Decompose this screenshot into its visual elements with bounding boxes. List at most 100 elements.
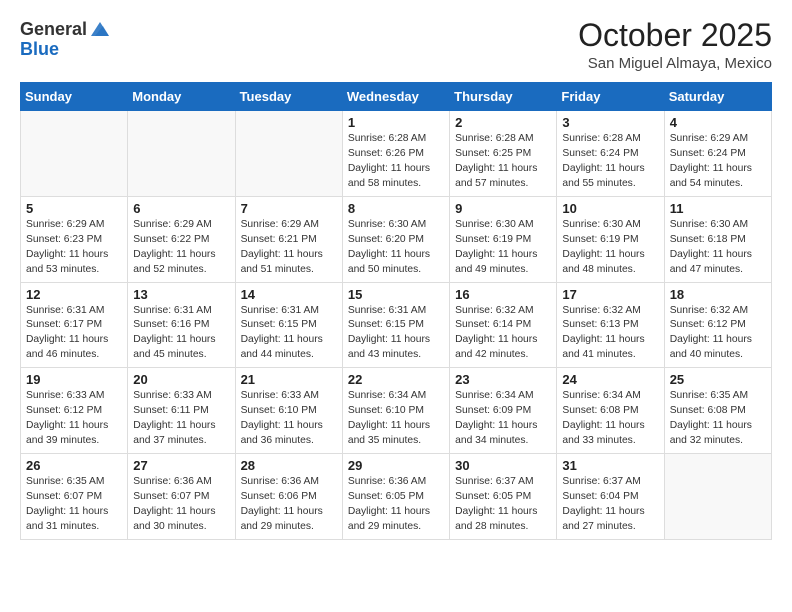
day-info: Sunrise: 6:28 AMSunset: 6:24 PMDaylight:… (562, 132, 658, 192)
day-info: Sunrise: 6:29 AMSunset: 6:24 PMDaylight:… (670, 132, 766, 192)
day-number: 1 (348, 115, 444, 130)
day-info: Sunrise: 6:31 AMSunset: 6:15 PMDaylight:… (348, 304, 444, 364)
day-info: Sunrise: 6:34 AMSunset: 6:08 PMDaylight:… (562, 389, 658, 449)
table-row: 2 Sunrise: 6:28 AMSunset: 6:25 PMDaylight… (450, 111, 557, 197)
day-number: 7 (241, 201, 337, 216)
header: General Blue October 2025 San Miguel Alm… (20, 18, 772, 72)
table-row (664, 453, 771, 539)
day-info: Sunrise: 6:30 AMSunset: 6:20 PMDaylight:… (348, 218, 444, 278)
col-thursday: Thursday (450, 83, 557, 111)
col-friday: Friday (557, 83, 664, 111)
table-row: 22 Sunrise: 6:34 AMSunset: 6:10 PMDayligh… (342, 368, 449, 454)
table-row: 7Sunrise: 6:29 AMSunset: 6:21 PMDaylight… (235, 196, 342, 282)
day-info: Sunrise: 6:28 AMSunset: 6:26 PMDaylight:… (348, 132, 444, 192)
table-row: 24Sunrise: 6:34 AMSunset: 6:08 PMDayligh… (557, 368, 664, 454)
table-row (128, 111, 235, 197)
day-info: Sunrise: 6:34 AMSunset: 6:09 PMDaylight:… (455, 389, 551, 449)
month-title: October 2025 (578, 18, 772, 53)
calendar-week-1: 1 Sunrise: 6:28 AMSunset: 6:26 PMDaylight… (21, 111, 772, 197)
table-row: 31Sunrise: 6:37 AMSunset: 6:04 PMDayligh… (557, 453, 664, 539)
table-row: 13 Sunrise: 6:31 AMSunset: 6:16 PMDayligh… (128, 282, 235, 368)
table-row: 4 Sunrise: 6:29 AMSunset: 6:24 PMDaylight… (664, 111, 771, 197)
table-row: 8 Sunrise: 6:30 AMSunset: 6:20 PMDaylight… (342, 196, 449, 282)
col-saturday: Saturday (664, 83, 771, 111)
day-number: 4 (670, 115, 766, 130)
calendar-week-2: 5 Sunrise: 6:29 AMSunset: 6:23 PMDaylight… (21, 196, 772, 282)
col-monday: Monday (128, 83, 235, 111)
day-info: Sunrise: 6:36 AMSunset: 6:05 PMDaylight:… (348, 475, 444, 535)
calendar-week-5: 26Sunrise: 6:35 AMSunset: 6:07 PMDayligh… (21, 453, 772, 539)
day-number: 26 (26, 458, 122, 473)
day-number: 3 (562, 115, 658, 130)
day-number: 23 (455, 372, 551, 387)
day-info: Sunrise: 6:37 AMSunset: 6:05 PMDaylight:… (455, 475, 551, 535)
day-number: 12 (26, 287, 122, 302)
day-info: Sunrise: 6:33 AMSunset: 6:10 PMDaylight:… (241, 389, 337, 449)
table-row: 11 Sunrise: 6:30 AMSunset: 6:18 PMDayligh… (664, 196, 771, 282)
day-number: 11 (670, 201, 766, 216)
day-number: 5 (26, 201, 122, 216)
table-row (235, 111, 342, 197)
day-number: 19 (26, 372, 122, 387)
day-info: Sunrise: 6:31 AMSunset: 6:15 PMDaylight:… (241, 304, 337, 364)
day-number: 17 (562, 287, 658, 302)
logo: General Blue (20, 18, 111, 58)
day-info: Sunrise: 6:34 AMSunset: 6:10 PMDaylight:… (348, 389, 444, 449)
table-row: 9Sunrise: 6:30 AMSunset: 6:19 PMDaylight… (450, 196, 557, 282)
day-info: Sunrise: 6:32 AMSunset: 6:14 PMDaylight:… (455, 304, 551, 364)
day-number: 31 (562, 458, 658, 473)
table-row: 5 Sunrise: 6:29 AMSunset: 6:23 PMDaylight… (21, 196, 128, 282)
page: General Blue October 2025 San Miguel Alm… (0, 0, 792, 612)
day-info: Sunrise: 6:30 AMSunset: 6:19 PMDaylight:… (455, 218, 551, 278)
col-tuesday: Tuesday (235, 83, 342, 111)
day-number: 27 (133, 458, 229, 473)
calendar-body: 1 Sunrise: 6:28 AMSunset: 6:26 PMDaylight… (21, 111, 772, 539)
day-info: Sunrise: 6:29 AMSunset: 6:22 PMDaylight:… (133, 218, 229, 278)
table-row: 19 Sunrise: 6:33 AMSunset: 6:12 PMDayligh… (21, 368, 128, 454)
day-number: 6 (133, 201, 229, 216)
calendar-table: Sunday Monday Tuesday Wednesday Thursday… (20, 82, 772, 539)
day-number: 18 (670, 287, 766, 302)
table-row (21, 111, 128, 197)
table-row: 10Sunrise: 6:30 AMSunset: 6:19 PMDayligh… (557, 196, 664, 282)
title-block: October 2025 San Miguel Almaya, Mexico (578, 18, 772, 72)
col-sunday: Sunday (21, 83, 128, 111)
table-row: 29Sunrise: 6:36 AMSunset: 6:05 PMDayligh… (342, 453, 449, 539)
day-number: 14 (241, 287, 337, 302)
calendar-header-row: Sunday Monday Tuesday Wednesday Thursday… (21, 83, 772, 111)
day-info: Sunrise: 6:31 AMSunset: 6:17 PMDaylight:… (26, 304, 122, 364)
location-title: San Miguel Almaya, Mexico (578, 55, 772, 72)
day-info: Sunrise: 6:31 AMSunset: 6:16 PMDaylight:… (133, 304, 229, 364)
day-info: Sunrise: 6:36 AMSunset: 6:06 PMDaylight:… (241, 475, 337, 535)
table-row: 3 Sunrise: 6:28 AMSunset: 6:24 PMDaylight… (557, 111, 664, 197)
logo-general: General (20, 20, 87, 38)
day-number: 20 (133, 372, 229, 387)
day-info: Sunrise: 6:29 AMSunset: 6:23 PMDaylight:… (26, 218, 122, 278)
day-number: 16 (455, 287, 551, 302)
day-number: 8 (348, 201, 444, 216)
table-row: 20Sunrise: 6:33 AMSunset: 6:11 PMDayligh… (128, 368, 235, 454)
day-number: 22 (348, 372, 444, 387)
logo-blue: Blue (20, 40, 59, 58)
day-number: 2 (455, 115, 551, 130)
table-row: 14 Sunrise: 6:31 AMSunset: 6:15 PMDayligh… (235, 282, 342, 368)
day-info: Sunrise: 6:32 AMSunset: 6:12 PMDaylight:… (670, 304, 766, 364)
table-row: 25Sunrise: 6:35 AMSunset: 6:08 PMDayligh… (664, 368, 771, 454)
table-row: 21Sunrise: 6:33 AMSunset: 6:10 PMDayligh… (235, 368, 342, 454)
day-info: Sunrise: 6:30 AMSunset: 6:19 PMDaylight:… (562, 218, 658, 278)
day-number: 25 (670, 372, 766, 387)
table-row: 1 Sunrise: 6:28 AMSunset: 6:26 PMDaylight… (342, 111, 449, 197)
table-row: 17Sunrise: 6:32 AMSunset: 6:13 PMDayligh… (557, 282, 664, 368)
col-wednesday: Wednesday (342, 83, 449, 111)
table-row: 27Sunrise: 6:36 AMSunset: 6:07 PMDayligh… (128, 453, 235, 539)
day-number: 28 (241, 458, 337, 473)
day-info: Sunrise: 6:33 AMSunset: 6:12 PMDaylight:… (26, 389, 122, 449)
calendar-week-3: 12 Sunrise: 6:31 AMSunset: 6:17 PMDayligh… (21, 282, 772, 368)
table-row: 23 Sunrise: 6:34 AMSunset: 6:09 PMDayligh… (450, 368, 557, 454)
day-info: Sunrise: 6:28 AMSunset: 6:25 PMDaylight:… (455, 132, 551, 192)
table-row: 16 Sunrise: 6:32 AMSunset: 6:14 PMDayligh… (450, 282, 557, 368)
day-info: Sunrise: 6:30 AMSunset: 6:18 PMDaylight:… (670, 218, 766, 278)
day-number: 13 (133, 287, 229, 302)
day-number: 30 (455, 458, 551, 473)
table-row: 15Sunrise: 6:31 AMSunset: 6:15 PMDayligh… (342, 282, 449, 368)
